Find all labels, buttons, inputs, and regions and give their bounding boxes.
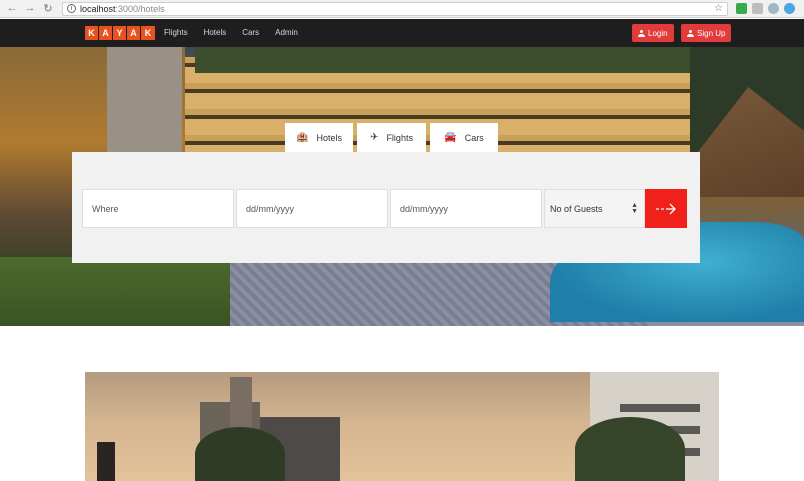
forward-icon[interactable]: →	[24, 2, 36, 15]
kayak-logo[interactable]: K A Y A K	[85, 26, 155, 40]
menu-icon[interactable]: ⋮	[800, 3, 804, 14]
extension-icon[interactable]	[784, 3, 795, 14]
star-icon[interactable]: ☆	[714, 3, 723, 14]
user-icon	[638, 29, 645, 37]
user-icon	[687, 29, 694, 37]
checkin-date-input[interactable]: dd/mm/yyyy	[236, 189, 388, 228]
guests-value: No of Guests	[550, 203, 603, 214]
where-placeholder: Where	[92, 203, 119, 214]
logo-letter: A	[127, 26, 141, 40]
url-host: localhost	[80, 3, 116, 14]
logo-letter: A	[99, 26, 113, 40]
logo-letter: Y	[113, 26, 127, 40]
select-arrows-icon: ▲ ▼	[631, 201, 638, 215]
tab-label: Cars	[464, 132, 484, 143]
tab-flights[interactable]: ✈ Flights	[357, 123, 426, 152]
back-icon[interactable]: ←	[6, 2, 18, 15]
tab-hotels[interactable]: 🏨 Hotels	[285, 123, 353, 152]
extension-icon[interactable]	[736, 3, 747, 14]
browser-toolbar: ← → ↻ i localhost:3000/hotels ☆ ⋮	[0, 0, 804, 18]
logo-letter: K	[85, 26, 99, 40]
nav-flights[interactable]: Flights	[164, 28, 188, 37]
checkout-date-input[interactable]: dd/mm/yyyy	[390, 189, 542, 228]
extension-icon[interactable]	[768, 3, 779, 14]
url-path: :3000/hotels	[115, 3, 165, 14]
arrow-right-icon	[656, 203, 676, 214]
top-navbar: K A Y A K Flights Hotels Cars Admin Logi…	[0, 19, 804, 47]
nav-cars[interactable]: Cars	[242, 28, 259, 37]
checkout-placeholder: dd/mm/yyyy	[400, 203, 449, 214]
tab-label: Flights	[386, 132, 413, 143]
signup-label: Sign Up	[697, 28, 726, 38]
where-input[interactable]: Where	[82, 189, 234, 228]
info-icon[interactable]: i	[67, 4, 76, 13]
car-icon: 🚘	[444, 132, 457, 143]
logo-letter: K	[144, 28, 152, 38]
reload-icon[interactable]: ↻	[42, 2, 54, 15]
tab-cars[interactable]: 🚘 Cars	[430, 123, 498, 152]
login-label: Login	[648, 28, 668, 38]
main-nav: Flights Hotels Cars Admin	[164, 28, 298, 37]
checkin-placeholder: dd/mm/yyyy	[246, 203, 295, 214]
signup-button[interactable]: Sign Up	[681, 24, 732, 42]
login-button[interactable]: Login	[632, 24, 674, 42]
nav-hotels[interactable]: Hotels	[204, 28, 227, 37]
address-bar[interactable]: i localhost:3000/hotels ☆	[62, 1, 728, 16]
destination-image	[85, 372, 719, 481]
plane-icon: ✈	[370, 132, 379, 143]
extension-icon[interactable]	[752, 3, 763, 14]
search-button[interactable]	[645, 189, 687, 228]
hotel-icon: 🏨	[296, 132, 309, 143]
search-panel: Where dd/mm/yyyy dd/mm/yyyy No of Guests…	[72, 152, 700, 263]
guests-select[interactable]: No of Guests ▲ ▼	[544, 189, 645, 228]
tab-label: Hotels	[316, 132, 342, 143]
nav-admin[interactable]: Admin	[275, 28, 298, 37]
